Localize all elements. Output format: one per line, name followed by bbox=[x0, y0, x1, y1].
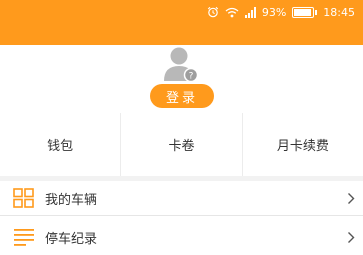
coupons-link[interactable]: 卡卷 bbox=[121, 113, 241, 176]
battery-icon bbox=[292, 6, 318, 18]
wifi-icon bbox=[225, 7, 239, 18]
list-icon bbox=[13, 226, 35, 248]
clock: 18:45 bbox=[323, 5, 355, 19]
menu-item-label: 我的车辆 bbox=[45, 192, 98, 208]
avatar-icon[interactable]: ? bbox=[163, 46, 199, 84]
menu-item-parking-records[interactable]: 停车纪录 bbox=[0, 220, 363, 254]
menu-item-label: 停车纪录 bbox=[45, 231, 98, 247]
monthly-card-renewal-link[interactable]: 月卡续费 bbox=[243, 113, 363, 176]
alarm-icon bbox=[207, 6, 219, 18]
signal-icon bbox=[244, 6, 256, 18]
battery-level bbox=[294, 8, 311, 16]
chevron-right-icon bbox=[345, 191, 357, 205]
battery-percent: 93% bbox=[261, 5, 287, 19]
login-button[interactable]: 登录 bbox=[150, 84, 214, 108]
svg-text:?: ? bbox=[189, 72, 194, 82]
menu-item-my-vehicles[interactable]: 我的车辆 bbox=[0, 181, 363, 215]
app-header: 93% 18:45 bbox=[0, 0, 363, 45]
status-bar: 93% 18:45 bbox=[207, 4, 355, 20]
wallet-link[interactable]: 钱包 bbox=[0, 113, 120, 176]
chevron-right-icon bbox=[345, 230, 357, 244]
quick-links: 钱包 卡卷 月卡续费 bbox=[0, 113, 363, 176]
divider bbox=[0, 215, 363, 216]
grid-icon bbox=[13, 187, 35, 209]
